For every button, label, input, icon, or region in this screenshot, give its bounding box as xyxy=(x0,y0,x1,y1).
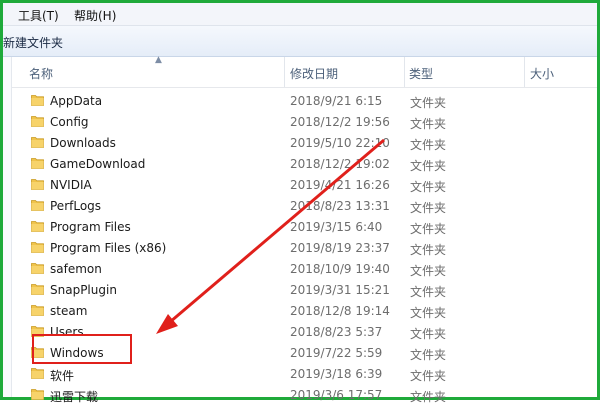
folder-icon xyxy=(31,179,44,190)
folder-icon xyxy=(31,347,44,358)
file-name[interactable]: AppData xyxy=(50,94,102,108)
file-date: 2018/8/23 13:31 xyxy=(290,199,390,213)
file-type: 文件夹 xyxy=(410,243,447,257)
folder-icon xyxy=(31,368,44,379)
file-row[interactable]: GameDownload 2018/12/2 19:02 文件夹 xyxy=(12,153,597,174)
file-date: 2018/10/9 19:40 xyxy=(290,262,390,276)
folder-icon xyxy=(31,116,44,127)
file-date: 2019/8/19 23:37 xyxy=(290,241,390,255)
file-row[interactable]: Downloads 2019/5/10 22:10 文件夹 xyxy=(12,132,597,153)
column-type[interactable]: 类型 xyxy=(409,65,433,82)
file-date: 2018/9/21 6:15 xyxy=(290,94,383,108)
folder-icon xyxy=(31,263,44,274)
file-name[interactable]: GameDownload xyxy=(50,157,145,171)
file-type: 文件夹 xyxy=(410,327,447,341)
column-divider[interactable] xyxy=(404,57,405,87)
file-date: 2019/4/21 16:26 xyxy=(290,178,390,192)
folder-icon xyxy=(31,284,44,295)
file-date: 2019/3/31 15:21 xyxy=(290,283,390,297)
file-row[interactable]: safemon 2018/10/9 19:40 文件夹 xyxy=(12,258,597,279)
folder-icon xyxy=(31,137,44,148)
file-name[interactable]: SnapPlugin xyxy=(50,283,117,297)
file-name[interactable]: Program Files (x86) xyxy=(50,241,166,255)
file-name[interactable]: 软件 xyxy=(50,367,74,384)
menu-tools[interactable]: 工具(T) xyxy=(18,7,59,24)
file-name[interactable]: Windows xyxy=(50,346,104,360)
column-size[interactable]: 大小 xyxy=(530,65,554,82)
file-row[interactable]: SnapPlugin 2019/3/31 15:21 文件夹 xyxy=(12,279,597,300)
file-row[interactable]: Users 2018/8/23 5:37 文件夹 xyxy=(12,321,597,342)
folder-icon xyxy=(31,221,44,232)
file-type: 文件夹 xyxy=(410,348,447,362)
folder-icon xyxy=(31,95,44,106)
file-type: 文件夹 xyxy=(410,306,447,320)
file-date: 2018/12/2 19:02 xyxy=(290,157,390,171)
file-name[interactable]: Program Files xyxy=(50,220,131,234)
column-header: ▲ 名称 修改日期 类型 大小 xyxy=(12,55,597,88)
file-name[interactable]: 迅雷下载 xyxy=(50,388,98,405)
folder-icon xyxy=(31,389,44,400)
file-name[interactable]: steam xyxy=(50,304,87,318)
file-row[interactable]: 迅雷下载 2019/3/6 17:57 文件夹 xyxy=(12,384,597,405)
folder-icon xyxy=(31,326,44,337)
toolbar: 新建文件夹 xyxy=(3,26,597,57)
file-date: 2019/3/15 6:40 xyxy=(290,220,383,234)
file-name[interactable]: Users xyxy=(50,325,84,339)
file-row[interactable]: NVIDIA 2019/4/21 16:26 文件夹 xyxy=(12,174,597,195)
folder-icon xyxy=(31,158,44,169)
file-row[interactable]: Windows 2019/7/22 5:59 文件夹 xyxy=(12,342,597,363)
file-row[interactable]: AppData 2018/9/21 6:15 文件夹 xyxy=(12,90,597,111)
navigation-pane xyxy=(3,57,12,397)
file-date: 2019/7/22 5:59 xyxy=(290,346,383,360)
file-type: 文件夹 xyxy=(410,222,447,236)
file-type: 文件夹 xyxy=(410,96,447,110)
column-date[interactable]: 修改日期 xyxy=(290,65,338,82)
column-divider[interactable] xyxy=(284,57,285,87)
file-type: 文件夹 xyxy=(410,285,447,299)
folder-icon xyxy=(31,305,44,316)
file-row[interactable]: PerfLogs 2018/8/23 13:31 文件夹 xyxy=(12,195,597,216)
file-type: 文件夹 xyxy=(410,138,447,152)
file-name[interactable]: NVIDIA xyxy=(50,178,92,192)
file-date: 2018/8/23 5:37 xyxy=(290,325,383,339)
menu-help[interactable]: 帮助(H) xyxy=(74,7,116,24)
file-row[interactable]: steam 2018/12/8 19:14 文件夹 xyxy=(12,300,597,321)
sort-ascending-icon: ▲ xyxy=(155,55,162,65)
file-name[interactable]: Downloads xyxy=(50,136,116,150)
file-date: 2018/12/2 19:56 xyxy=(290,115,390,129)
file-date: 2018/12/8 19:14 xyxy=(290,304,390,318)
file-name[interactable]: safemon xyxy=(50,262,102,276)
file-row[interactable]: 软件 2019/3/18 6:39 文件夹 xyxy=(12,363,597,384)
file-type: 文件夹 xyxy=(410,159,447,173)
file-row[interactable]: Program Files (x86) 2019/8/19 23:37 文件夹 xyxy=(12,237,597,258)
file-type: 文件夹 xyxy=(410,369,447,383)
folder-icon xyxy=(31,242,44,253)
column-name[interactable]: 名称 xyxy=(29,65,53,82)
column-divider[interactable] xyxy=(524,57,525,87)
folder-icon xyxy=(31,200,44,211)
new-folder-button[interactable]: 新建文件夹 xyxy=(3,34,63,51)
menu-bar: 工具(T) 帮助(H) xyxy=(3,3,597,26)
file-type: 文件夹 xyxy=(410,117,447,131)
file-row[interactable]: Program Files 2019/3/15 6:40 文件夹 xyxy=(12,216,597,237)
file-name[interactable]: Config xyxy=(50,115,89,129)
file-name[interactable]: PerfLogs xyxy=(50,199,101,213)
file-date: 2019/3/18 6:39 xyxy=(290,367,383,381)
file-type: 文件夹 xyxy=(410,201,447,215)
file-type: 文件夹 xyxy=(410,180,447,194)
file-type: 文件夹 xyxy=(410,390,447,404)
file-date: 2019/5/10 22:10 xyxy=(290,136,390,150)
file-row[interactable]: Config 2018/12/2 19:56 文件夹 xyxy=(12,111,597,132)
file-type: 文件夹 xyxy=(410,264,447,278)
